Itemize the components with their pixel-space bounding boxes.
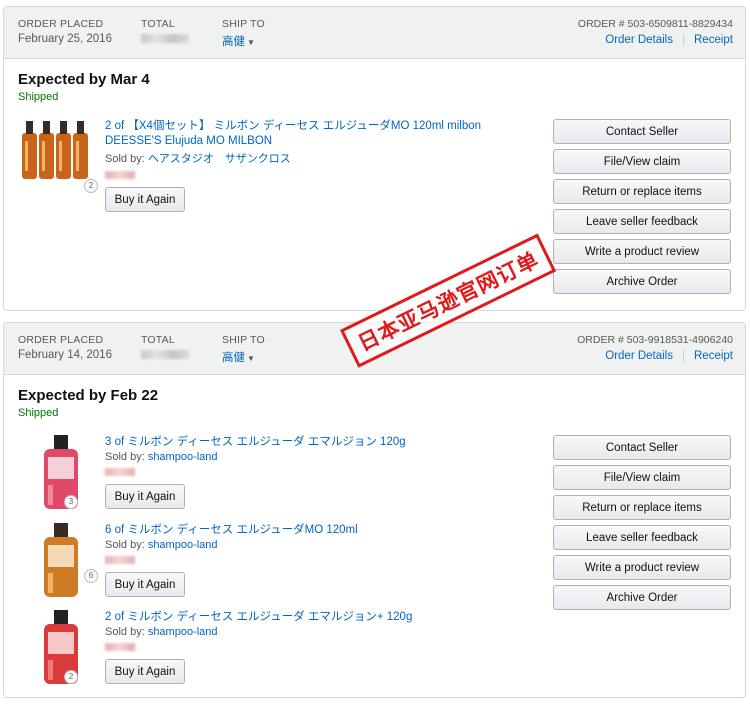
order-number: ORDER # 503-6509811-8829434 bbox=[577, 18, 733, 30]
shipment-status: Shipped bbox=[18, 407, 59, 419]
sold-by-label: Sold by: bbox=[105, 539, 145, 551]
seller-link[interactable]: shampoo-land bbox=[148, 626, 218, 638]
chevron-down-icon: ▼ bbox=[247, 354, 255, 363]
order-info: ORDER # 503-9918531-4906240 Order Detail… bbox=[577, 334, 733, 362]
buy-again-button[interactable]: Buy it Again bbox=[105, 484, 185, 509]
sold-by: Sold by: ヘアスタジオ サザンクロス bbox=[105, 150, 530, 166]
ship-to-col: SHIP TO 高健 ▼ bbox=[222, 18, 265, 49]
order-details-link[interactable]: Order Details bbox=[605, 350, 673, 362]
sold-by-label: Sold by: bbox=[105, 153, 145, 165]
ship-to-col: SHIP TO 高健 ▼ bbox=[222, 334, 265, 365]
product-title-link[interactable]: 2 of 【X4個セット】 ミルボン ディーセス エルジューダMO 120ml … bbox=[105, 119, 530, 149]
buy-again-button[interactable]: Buy it Again bbox=[105, 659, 185, 684]
sold-by: Sold by: shampoo-land bbox=[105, 626, 530, 638]
receipt-link[interactable]: Receipt bbox=[694, 350, 733, 362]
quantity-icon: 3 bbox=[64, 495, 78, 509]
chevron-down-icon: ▼ bbox=[247, 38, 255, 47]
order-placed-label: ORDER PLACED bbox=[18, 334, 104, 346]
receipt-link[interactable]: Receipt bbox=[694, 34, 733, 46]
contact-seller-button[interactable]: Contact Seller bbox=[553, 435, 731, 460]
write-review-button[interactable]: Write a product review bbox=[553, 555, 731, 580]
order-header: ORDER PLACED February 25, 2016 TOTAL SHI… bbox=[4, 7, 745, 59]
quantity-icon: 2 bbox=[84, 179, 98, 193]
buy-again-button[interactable]: Buy it Again bbox=[105, 187, 185, 212]
total-value-redacted bbox=[141, 34, 189, 43]
total-label: TOTAL bbox=[141, 18, 175, 30]
seller-link[interactable]: ヘアスタジオ サザンクロス bbox=[148, 153, 291, 165]
sold-by: Sold by: shampoo-land bbox=[105, 539, 530, 551]
write-review-button[interactable]: Write a product review bbox=[553, 239, 731, 264]
delivery-heading: Expected by Feb 22 bbox=[18, 387, 159, 404]
leave-feedback-button[interactable]: Leave seller feedback bbox=[553, 525, 731, 550]
seller-link[interactable]: shampoo-land bbox=[148, 451, 218, 463]
order-placed-label: ORDER PLACED bbox=[18, 18, 104, 30]
quantity-icon: 2 bbox=[64, 670, 78, 684]
ship-to-label: SHIP TO bbox=[222, 334, 265, 346]
ship-to-name: 高健 bbox=[222, 36, 245, 48]
file-view-claim-button[interactable]: File/View claim bbox=[553, 465, 731, 490]
product-title-link[interactable]: 2 of ミルボン ディーセス エルジューダ エマルジョン+ 120g bbox=[105, 610, 530, 625]
sold-by-label: Sold by: bbox=[105, 626, 145, 638]
quantity-icon: 6 bbox=[84, 569, 98, 583]
file-view-claim-button[interactable]: File/View claim bbox=[553, 149, 731, 174]
price-redacted bbox=[105, 171, 135, 179]
sold-by: Sold by: shampoo-land bbox=[105, 451, 530, 463]
ship-to-label: SHIP TO bbox=[222, 18, 265, 30]
price-redacted bbox=[105, 643, 135, 651]
order-placed-col: ORDER PLACED February 25, 2016 bbox=[18, 18, 112, 45]
total-value-redacted bbox=[141, 350, 189, 359]
item-info: 6 of ミルボン ディーセス エルジューダMO 120ml Sold by: … bbox=[105, 523, 530, 597]
delivery-heading: Expected by Mar 4 bbox=[18, 71, 150, 88]
buy-again-button[interactable]: Buy it Again bbox=[105, 572, 185, 597]
product-title-link[interactable]: 3 of ミルボン ディーセス エルジューダ エマルジョン 120g bbox=[105, 435, 530, 450]
price-redacted bbox=[105, 468, 135, 476]
item-info: 2 of 【X4個セット】 ミルボン ディーセス エルジューダMO 120ml … bbox=[105, 119, 530, 212]
return-replace-button[interactable]: Return or replace items bbox=[553, 179, 731, 204]
order-number: ORDER # 503-9918531-4906240 bbox=[577, 334, 733, 346]
product-image[interactable]: 6 bbox=[18, 523, 98, 606]
item-info: 3 of ミルボン ディーセス エルジューダ エマルジョン 120g Sold … bbox=[105, 435, 530, 509]
order-actions: Contact Seller File/View claim Return or… bbox=[553, 119, 731, 299]
order-info: ORDER # 503-6509811-8829434 Order Detail… bbox=[578, 18, 733, 46]
archive-order-button[interactable]: Archive Order bbox=[553, 269, 731, 294]
return-replace-button[interactable]: Return or replace items bbox=[553, 495, 731, 520]
item-info: 2 of ミルボン ディーセス エルジューダ エマルジョン+ 120g Sold… bbox=[105, 610, 530, 684]
ship-to-dropdown[interactable]: 高健 ▼ bbox=[222, 33, 265, 49]
order-date: February 25, 2016 bbox=[18, 33, 112, 45]
order-actions: Contact Seller File/View claim Return or… bbox=[553, 435, 731, 615]
product-title-link[interactable]: 6 of ミルボン ディーセス エルジューダMO 120ml bbox=[105, 523, 530, 538]
price-redacted bbox=[105, 556, 135, 564]
order-card-1: ORDER PLACED February 25, 2016 TOTAL SHI… bbox=[3, 6, 746, 311]
archive-order-button[interactable]: Archive Order bbox=[553, 585, 731, 610]
seller-link[interactable]: shampoo-land bbox=[148, 539, 218, 551]
total-label: TOTAL bbox=[141, 334, 175, 346]
divider bbox=[683, 34, 684, 46]
order-card-2: ORDER PLACED February 14, 2016 TOTAL SHI… bbox=[3, 322, 746, 698]
total-col: TOTAL bbox=[141, 18, 189, 48]
order-details-link[interactable]: Order Details bbox=[605, 34, 673, 46]
ship-to-name: 高健 bbox=[222, 352, 245, 364]
sold-by-label: Sold by: bbox=[105, 451, 145, 463]
product-image[interactable]: 3 bbox=[18, 435, 98, 518]
product-image[interactable]: 2 bbox=[18, 610, 98, 693]
ship-to-dropdown[interactable]: 高健 ▼ bbox=[222, 349, 265, 365]
contact-seller-button[interactable]: Contact Seller bbox=[553, 119, 731, 144]
product-image[interactable]: 2 bbox=[18, 119, 98, 194]
divider bbox=[683, 350, 684, 362]
order-placed-col: ORDER PLACED February 14, 2016 bbox=[18, 334, 112, 361]
shipment-status: Shipped bbox=[18, 91, 59, 103]
order-date: February 14, 2016 bbox=[18, 349, 112, 361]
total-col: TOTAL bbox=[141, 334, 189, 364]
leave-feedback-button[interactable]: Leave seller feedback bbox=[553, 209, 731, 234]
